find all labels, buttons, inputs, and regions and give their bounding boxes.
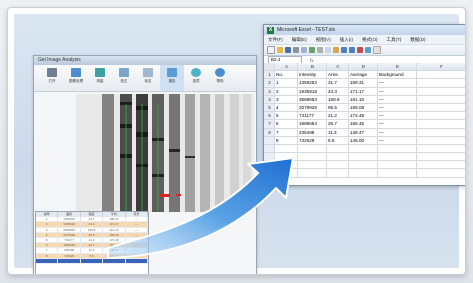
spreadsheet-grid[interactable]: A B C D E F 1 No. Intensity Area Average… [264, 63, 465, 178]
sheet-row-empty[interactable] [264, 144, 465, 154]
fx-icon: fx [310, 57, 314, 63]
sheet-row[interactable]: 4 3 3569663 158.8 161.10— [264, 95, 465, 104]
open-icon[interactable] [277, 47, 283, 53]
toolbar-help-button[interactable]: 帮助 [208, 65, 232, 91]
sort-icon[interactable] [357, 47, 363, 53]
spell-icon[interactable] [309, 47, 315, 53]
menu-insert[interactable]: 插入(I) [340, 37, 353, 43]
toolbar-image-button[interactable]: 图像处理 [64, 65, 88, 91]
gel-analysis-window: Gel Image Analysis 打开 图像处理 测量 校正 标定 报告 选… [33, 55, 257, 274]
app-title-bar: Gel Image Analysis [34, 56, 256, 65]
paste-icon[interactable] [333, 47, 339, 53]
menu-format[interactable]: 格式(O) [362, 37, 378, 43]
toolbar-report-button[interactable]: 报告 [160, 65, 184, 91]
toolbar-measure-button[interactable]: 测量 [88, 65, 112, 91]
redo-icon[interactable] [349, 47, 355, 53]
new-icon[interactable] [267, 46, 275, 54]
chart-icon[interactable] [365, 47, 371, 53]
sheet-row[interactable]: 8 732629 5.5 145.00— [264, 136, 465, 145]
sheet-row[interactable]: 7 6 1986584 26.7 166.46— [264, 120, 465, 129]
toolbar-calibrate-button[interactable]: 校正 [112, 65, 136, 91]
toolbar-scale-button[interactable]: 标定 [136, 65, 160, 91]
gel-image[interactable] [76, 94, 254, 212]
sheet-row-empty[interactable] [264, 153, 465, 162]
calibrate-icon [119, 68, 129, 77]
zoom-icon[interactable] [373, 46, 381, 54]
sheet-row[interactable]: 3 2 1935918 43.3 171.17— [264, 87, 465, 96]
cut-icon[interactable] [317, 47, 323, 53]
sheet-row-empty[interactable] [264, 169, 465, 178]
folder-icon [47, 68, 57, 77]
results-table[interactable]: 编号 面积 强度 平均 背景 1 1359253 31.7 189.31— 2 1935… [35, 211, 149, 274]
options-icon [191, 68, 201, 77]
toolbar-open-button[interactable]: 打开 [40, 65, 64, 91]
excel-toolbar [264, 44, 465, 56]
sheet-row[interactable]: 5 4 2079928 95.5 158.08— [264, 103, 465, 113]
table-row-selected[interactable] [36, 258, 148, 264]
report-icon [167, 68, 177, 77]
menu-edit[interactable]: 编辑(E) [292, 37, 307, 43]
image-icon [71, 68, 81, 77]
excel-window: X Microsoft Excel - TEST.xls 文件(F) 编辑(E)… [263, 24, 465, 186]
sheet-row-empty[interactable] [264, 161, 465, 170]
menu-data[interactable]: 数据(D) [410, 37, 425, 43]
scale-icon [143, 68, 153, 77]
print-icon[interactable] [293, 47, 299, 53]
undo-icon[interactable] [341, 47, 347, 53]
copy-icon[interactable] [325, 47, 331, 53]
app-toolbar: 打开 图像处理 测量 校正 标定 报告 选项 帮助 [34, 65, 256, 92]
excel-title-bar: X Microsoft Excel - TEST.xls [264, 25, 465, 35]
excel-menu-bar: 文件(F) 编辑(E) 视图(V) 插入(I) 格式(O) 工具(T) 数据(D… [264, 35, 465, 44]
measure-icon [95, 68, 105, 77]
save-icon[interactable] [285, 47, 291, 53]
toolbar-options-button[interactable]: 选项 [184, 65, 208, 91]
menu-file[interactable]: 文件(F) [268, 37, 283, 43]
sheet-row[interactable]: 8 7 235498 11.3 148.47— [264, 128, 465, 137]
sheet-row[interactable]: 6 5 731177 21.2 172.49— [264, 112, 465, 121]
preview-icon[interactable] [301, 47, 307, 53]
gel-lanes [76, 94, 254, 212]
menu-view[interactable]: 视图(V) [316, 37, 331, 43]
screenshot-frame: Gel Image Analysis 打开 图像处理 测量 校正 标定 报告 选… [7, 7, 466, 275]
sheet-row[interactable]: 2 1 1359253 31.7 189.31— [264, 79, 465, 88]
help-icon [215, 68, 225, 77]
excel-title: Microsoft Excel - TEST.xls [277, 27, 335, 33]
menu-tools[interactable]: 工具(T) [387, 37, 402, 43]
sheet-row[interactable]: 1 No. Intensity Area Average Background [264, 71, 465, 80]
column-header-row: A B C D E F [264, 63, 465, 72]
excel-icon: X [267, 26, 274, 34]
